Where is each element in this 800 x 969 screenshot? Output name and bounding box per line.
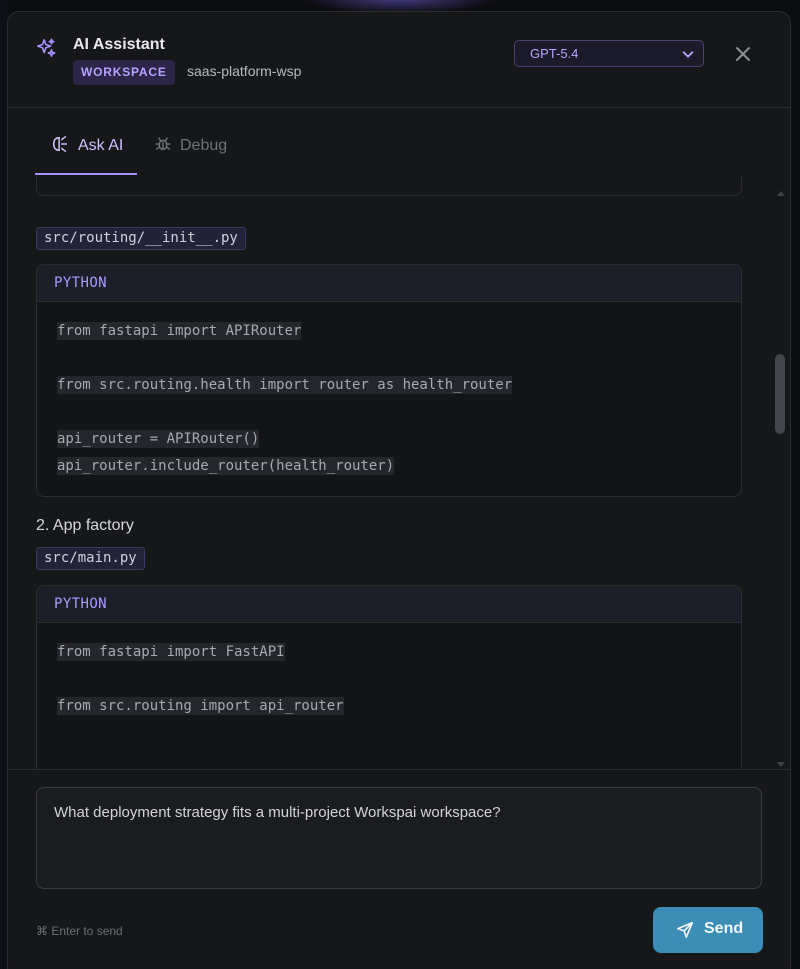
file-path-chip: src/main.py [36, 547, 145, 570]
code-block: PYTHON from fastapi import APIRouter fro… [36, 264, 742, 497]
section-heading: 2. App factory [36, 517, 134, 534]
code-body: from fastapi import APIRouter from src.r… [37, 302, 741, 484]
code-line: from src.routing import api_router [57, 697, 344, 715]
chat-content[interactable]: src/routing/__init__.py PYTHON from fast… [8, 176, 790, 769]
code-body: from fastapi import FastAPI from src.rou… [37, 623, 741, 724]
ai-brain-icon [52, 136, 68, 152]
previous-code-block [36, 176, 742, 196]
code-line: from fastapi import FastAPI [57, 643, 285, 661]
tab-debug-label: Debug [180, 137, 228, 154]
model-select[interactable]: GPT-5.4 [514, 40, 704, 67]
message-input[interactable]: What deployment strategy fits a multi-pr… [36, 787, 762, 889]
panel-title: AI Assistant [73, 36, 165, 53]
tab-bar: Ask AI Debug [8, 109, 790, 175]
code-language-label: PYTHON [37, 586, 741, 623]
code-line: api_router.include_router(health_router) [57, 457, 395, 475]
model-select-value: GPT-5.4 [530, 46, 579, 61]
send-button[interactable]: Send [653, 907, 763, 953]
code-line: from src.routing.health import router as… [57, 376, 513, 394]
chevron-down-icon [682, 51, 694, 58]
tab-debug[interactable]: Debug [152, 109, 242, 175]
tab-ask-ai[interactable]: Ask AI [35, 109, 137, 175]
panel-header: AI Assistant WORKSPACE saas-platform-wsp… [8, 12, 790, 108]
send-icon [676, 921, 694, 939]
scroll-down-icon[interactable] [776, 760, 786, 768]
workspace-name: saas-platform-wsp [187, 63, 302, 79]
workspace-badge: WORKSPACE [73, 60, 175, 85]
close-icon[interactable] [732, 43, 754, 65]
code-line: from fastapi import APIRouter [57, 322, 302, 340]
send-shortcut-hint: ⌘ Enter to send [36, 924, 123, 938]
composer: What deployment strategy fits a multi-pr… [8, 769, 790, 969]
scroll-up-icon[interactable] [776, 190, 786, 198]
ai-assistant-panel: AI Assistant WORKSPACE saas-platform-wsp… [7, 11, 791, 969]
scrollbar-thumb[interactable] [775, 354, 785, 434]
sparkles-icon [36, 38, 56, 58]
file-path-chip: src/routing/__init__.py [36, 227, 246, 250]
code-block: PYTHON from fastapi import FastAPI from … [36, 585, 742, 769]
code-language-label: PYTHON [37, 265, 741, 302]
send-button-label: Send [704, 920, 744, 937]
bug-icon [155, 137, 171, 151]
code-line: api_router = APIRouter() [57, 430, 260, 448]
tab-ask-ai-label: Ask AI [78, 137, 124, 154]
